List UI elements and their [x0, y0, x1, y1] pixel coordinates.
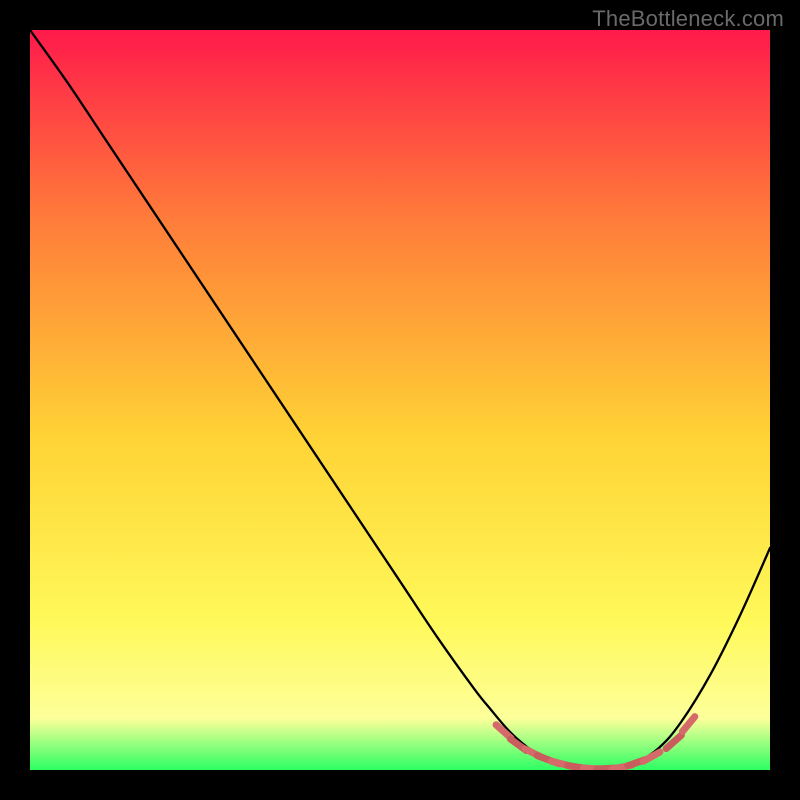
chart-svg [30, 30, 770, 770]
gradient-background [30, 30, 770, 770]
chart-container: TheBottleneck.com [0, 0, 800, 800]
plot-area [30, 30, 770, 770]
attribution-text: TheBottleneck.com [592, 6, 784, 32]
